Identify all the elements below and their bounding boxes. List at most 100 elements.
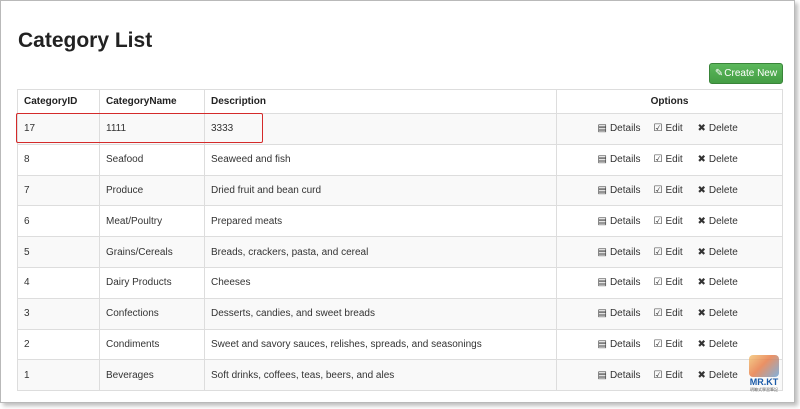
category-id-cell: 5 xyxy=(17,236,100,268)
options-cell: ▤ Details ☑ Edit ✖ Delete xyxy=(556,297,783,330)
details-link[interactable]: ▤ Details xyxy=(598,370,654,381)
description-cell: Breads, crackers, pasta, and cereal xyxy=(204,236,557,268)
details-label: Details xyxy=(609,246,641,258)
details-link[interactable]: ▤ Details xyxy=(598,185,654,196)
remove-icon: ✖ xyxy=(697,215,706,227)
edit-icon: ☑ xyxy=(653,123,663,135)
column-header-options: Options xyxy=(556,89,783,114)
details-link[interactable]: ▤ Details xyxy=(598,247,654,258)
delete-link[interactable]: ✖ Delete xyxy=(698,216,758,227)
edit-link[interactable]: ☑ Edit xyxy=(654,247,698,258)
edit-link[interactable]: ☑ Edit xyxy=(654,277,698,288)
category-id-cell: 6 xyxy=(17,205,100,238)
edit-icon: ☑ xyxy=(653,246,663,258)
delete-link[interactable]: ✖ Delete xyxy=(698,339,758,350)
edit-label: Edit xyxy=(665,123,683,135)
edit-link[interactable]: ☑ Edit xyxy=(654,216,698,227)
table-row: 6 Meat/Poultry Prepared meats ▤ Details ☑… xyxy=(17,205,783,238)
edit-link[interactable]: ☑ Edit xyxy=(654,308,698,319)
options-cell: ▤ Details ☑ Edit ✖ Delete xyxy=(556,143,783,176)
delete-link[interactable]: ✖ Delete xyxy=(698,123,758,134)
edit-label: Edit xyxy=(665,338,683,350)
remove-icon: ✖ xyxy=(697,246,706,258)
delete-label: Delete xyxy=(708,246,738,258)
edit-icon: ☑ xyxy=(653,154,663,166)
table-row: 7 Produce Dried fruit and bean curd ▤ Det… xyxy=(17,174,783,207)
details-label: Details xyxy=(609,308,641,320)
category-name-cell: Produce xyxy=(99,174,205,207)
remove-icon: ✖ xyxy=(697,184,706,196)
table-header-row: CategoryID CategoryName Description Opti… xyxy=(17,89,783,114)
details-link[interactable]: ▤ Details xyxy=(598,216,654,227)
details-label: Details xyxy=(609,338,641,350)
edit-link[interactable]: ☑ Edit xyxy=(654,123,698,134)
category-id-cell: 8 xyxy=(17,143,100,176)
list-alt-icon: ▤ xyxy=(597,154,607,166)
description-cell: Dried fruit and bean curd xyxy=(204,174,557,207)
delete-link[interactable]: ✖ Delete xyxy=(698,308,758,319)
edit-label: Edit xyxy=(665,246,683,258)
remove-icon: ✖ xyxy=(697,154,706,166)
category-id-cell: 3 xyxy=(17,297,100,330)
remove-icon: ✖ xyxy=(697,369,706,381)
description-cell: Seaweed and fish xyxy=(204,143,557,176)
edit-icon: ☑ xyxy=(653,308,663,320)
create-new-button[interactable]: ✎Create New xyxy=(709,63,783,84)
edit-icon: ☑ xyxy=(653,338,663,350)
details-label: Details xyxy=(609,215,641,227)
remove-icon: ✖ xyxy=(697,277,706,289)
delete-label: Delete xyxy=(708,215,738,227)
column-header-categoryid: CategoryID xyxy=(17,89,100,114)
table-body: 17 1111 3333 ▤ Details ☑ Edit ✖ Delete 8 Se… xyxy=(17,113,783,392)
category-id-cell: 1 xyxy=(17,359,100,392)
delete-link[interactable]: ✖ Delete xyxy=(698,185,758,196)
details-link[interactable]: ▤ Details xyxy=(598,277,654,288)
category-name-cell: Confections xyxy=(99,297,205,330)
category-name-cell: 1111 xyxy=(99,113,205,145)
details-link[interactable]: ▤ Details xyxy=(598,154,654,165)
category-name-cell: Dairy Products xyxy=(99,266,205,299)
pencil-icon: ✎ xyxy=(714,68,724,79)
edit-link[interactable]: ☑ Edit xyxy=(654,370,698,381)
list-alt-icon: ▤ xyxy=(597,123,607,135)
edit-label: Edit xyxy=(665,369,683,381)
delete-label: Delete xyxy=(708,277,738,289)
delete-link[interactable]: ✖ Delete xyxy=(698,154,758,165)
edit-label: Edit xyxy=(665,215,683,227)
edit-icon: ☑ xyxy=(653,184,663,196)
details-label: Details xyxy=(609,369,641,381)
delete-link[interactable]: ✖ Delete xyxy=(698,277,758,288)
details-link[interactable]: ▤ Details xyxy=(598,339,654,350)
details-link[interactable]: ▤ Details xyxy=(598,308,654,319)
edit-icon: ☑ xyxy=(653,277,663,289)
category-id-cell: 2 xyxy=(17,328,100,361)
delete-link[interactable]: ✖ Delete xyxy=(698,247,758,258)
delete-label: Delete xyxy=(708,154,738,166)
watermark-art xyxy=(749,355,779,377)
edit-link[interactable]: ☑ Edit xyxy=(654,185,698,196)
details-label: Details xyxy=(609,154,641,166)
remove-icon: ✖ xyxy=(697,308,706,320)
options-cell: ▤ Details ☑ Edit ✖ Delete xyxy=(556,174,783,207)
table-row: 17 1111 3333 ▤ Details ☑ Edit ✖ Delete xyxy=(17,113,783,145)
list-alt-icon: ▤ xyxy=(597,338,607,350)
category-name-cell: Beverages xyxy=(99,359,205,392)
category-id-cell: 17 xyxy=(17,113,100,145)
delete-label: Delete xyxy=(708,184,738,196)
remove-icon: ✖ xyxy=(697,338,706,350)
details-label: Details xyxy=(609,123,641,135)
edit-link[interactable]: ☑ Edit xyxy=(654,154,698,165)
details-label: Details xyxy=(609,184,641,196)
edit-link[interactable]: ☑ Edit xyxy=(654,339,698,350)
column-header-categoryname: CategoryName xyxy=(99,89,205,114)
list-alt-icon: ▤ xyxy=(597,369,607,381)
details-link[interactable]: ▤ Details xyxy=(598,123,654,134)
list-alt-icon: ▤ xyxy=(597,308,607,320)
table-row: 8 Seafood Seaweed and fish ▤ Details ☑ Edi… xyxy=(17,143,783,176)
description-cell: Cheeses xyxy=(204,266,557,299)
list-alt-icon: ▤ xyxy=(597,184,607,196)
create-new-label: Create New xyxy=(724,68,778,79)
options-cell: ▤ Details ☑ Edit ✖ Delete xyxy=(556,236,783,268)
page-title: Category List xyxy=(18,29,153,52)
list-alt-icon: ▤ xyxy=(597,215,607,227)
